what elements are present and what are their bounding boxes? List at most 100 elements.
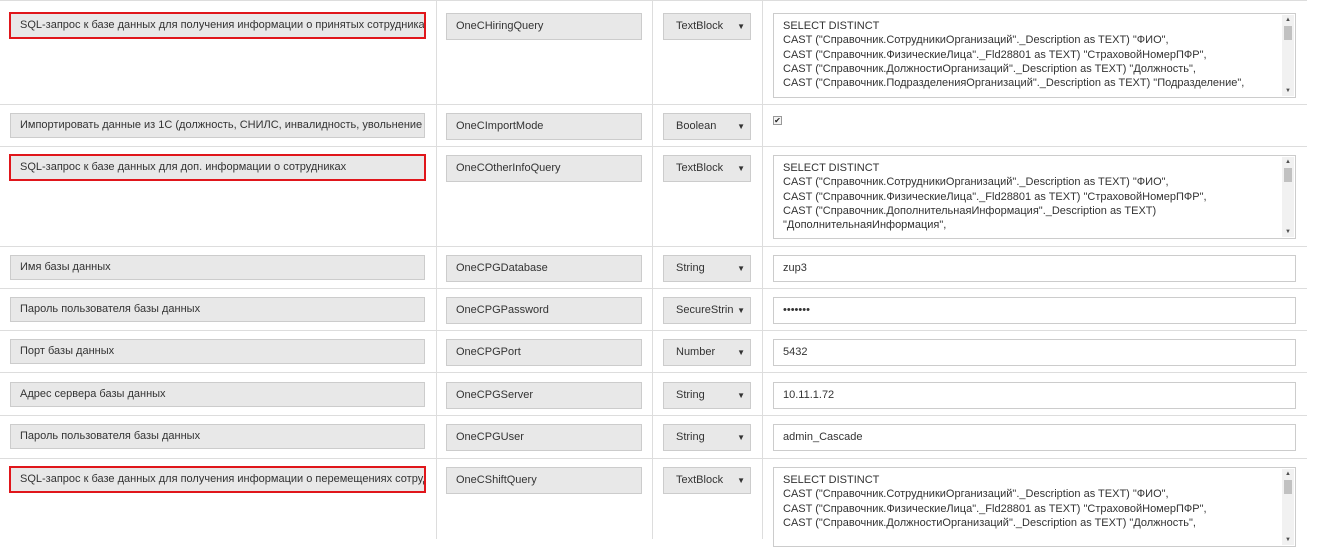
type-select-value: Boolean (676, 120, 717, 132)
textarea-scrollbar[interactable]: ▲ ▼ (1282, 469, 1294, 545)
textarea-line: CAST ("Справочник.ДолжностиОрганизаций".… (783, 62, 1196, 75)
textarea-line: CAST ("Справочник.СотрудникиОрганизаций"… (783, 176, 1169, 189)
setting-value-checkbox[interactable]: ✔ (773, 116, 782, 125)
type-select-value: TextBlock (676, 20, 724, 32)
scroll-down-arrow-icon[interactable]: ▼ (1282, 227, 1294, 237)
settings-row: Импортировать данные из 1С (должность, С… (0, 104, 1307, 147)
scrollbar-thumb[interactable] (1284, 26, 1292, 40)
column-divider (652, 105, 653, 147)
column-divider (436, 373, 437, 416)
type-select-value: SecureStrin (676, 304, 734, 316)
setting-value-input[interactable]: zup3 (773, 255, 1296, 282)
column-divider (762, 247, 763, 289)
setting-type-select[interactable]: String ▼ (663, 255, 751, 282)
scroll-up-arrow-icon[interactable]: ▲ (1282, 157, 1294, 167)
column-divider (762, 459, 763, 539)
column-divider (436, 416, 437, 459)
type-select-value: TextBlock (676, 474, 724, 486)
setting-type-select[interactable]: TextBlock ▼ (663, 13, 751, 40)
textarea-scrollbar[interactable]: ▲ ▼ (1282, 15, 1294, 96)
chevron-down-icon: ▼ (737, 476, 745, 485)
setting-value-input[interactable]: ••••••• (773, 297, 1296, 324)
column-divider (762, 373, 763, 416)
scrollbar-thumb[interactable] (1284, 168, 1292, 182)
setting-description: Импортировать данные из 1С (должность, С… (10, 113, 425, 138)
column-divider (652, 247, 653, 289)
column-divider (436, 247, 437, 289)
setting-type-select[interactable]: Number ▼ (663, 339, 751, 366)
setting-type-select[interactable]: String ▼ (663, 382, 751, 409)
setting-type-select[interactable]: String ▼ (663, 424, 751, 451)
type-select-value: Number (676, 346, 716, 358)
settings-row: SQL-запрос к базе данных для доп. информ… (0, 146, 1307, 247)
column-divider (762, 105, 763, 147)
setting-value-textarea[interactable]: SELECT DISTINCT CAST ("Справочник.Сотрудн… (773, 467, 1296, 547)
setting-key-field: OneCShiftQuery (446, 467, 642, 494)
scroll-down-arrow-icon[interactable]: ▼ (1282, 535, 1294, 545)
textarea-line: CAST ("Справочник.ДолжностиОрганизаций".… (783, 516, 1196, 529)
chevron-down-icon: ▼ (737, 391, 745, 400)
textarea-line: SELECT DISTINCT (783, 162, 880, 174)
column-divider (436, 331, 437, 373)
settings-row: Адрес сервера базы данных OneCPGServer Str… (0, 372, 1307, 416)
setting-value-input[interactable]: admin_Cascade (773, 424, 1296, 451)
type-select-value: TextBlock (676, 162, 724, 174)
chevron-down-icon: ▼ (737, 122, 745, 131)
setting-type-select[interactable]: Boolean ▼ (663, 113, 751, 140)
chevron-down-icon: ▼ (737, 164, 745, 173)
column-divider (652, 459, 653, 539)
textarea-line: "ДополнительнаяИнформация", (783, 219, 947, 232)
chevron-down-icon: ▼ (737, 306, 745, 315)
textarea-line: CAST ("Справочник.СотрудникиОрганизаций"… (783, 34, 1169, 47)
setting-key-field: OneCPGUser (446, 424, 642, 451)
textarea-line: SELECT DISTINCT (783, 20, 880, 32)
setting-value-input[interactable]: 5432 (773, 339, 1296, 366)
column-divider (436, 459, 437, 539)
column-divider (436, 147, 437, 247)
type-select-value: String (676, 431, 705, 443)
setting-key-field: OneCHiringQuery (446, 13, 642, 40)
settings-row: Порт базы данных OneCPGPort Number ▼ 5432 (0, 330, 1307, 373)
setting-description: SQL-запрос к базе данных для получения и… (9, 12, 426, 39)
setting-value-textarea[interactable]: SELECT DISTINCT CAST ("Справочник.Сотрудн… (773, 155, 1296, 239)
column-divider (652, 331, 653, 373)
column-divider (652, 289, 653, 331)
setting-key-field: OneCPGPassword (446, 297, 642, 324)
setting-value-textarea[interactable]: SELECT DISTINCT CAST ("Справочник.Сотрудн… (773, 13, 1296, 98)
textarea-line: CAST ("Справочник.ПодразделенияОрганизац… (783, 77, 1245, 90)
setting-description: Имя базы данных (10, 255, 425, 280)
setting-value-input[interactable]: 10.11.1.72 (773, 382, 1296, 409)
setting-description: SQL-запрос к базе данных для получения и… (9, 466, 426, 493)
setting-description: Пароль пользователя базы данных (10, 297, 425, 322)
settings-row: SQL-запрос к базе данных для получения и… (0, 0, 1307, 105)
setting-key-field: OneCPGServer (446, 382, 642, 409)
column-divider (652, 373, 653, 416)
column-divider (436, 1, 437, 105)
setting-description: Порт базы данных (10, 339, 425, 364)
column-divider (762, 289, 763, 331)
scroll-up-arrow-icon[interactable]: ▲ (1282, 15, 1294, 25)
chevron-down-icon: ▼ (737, 348, 745, 357)
scroll-down-arrow-icon[interactable]: ▼ (1282, 86, 1294, 96)
textarea-line: CAST ("Справочник.СотрудникиОрганизаций"… (783, 488, 1169, 501)
setting-key-field: OneCPGPort (446, 339, 642, 366)
setting-key-field: OneCImportMode (446, 113, 642, 140)
chevron-down-icon: ▼ (737, 22, 745, 31)
setting-description: SQL-запрос к базе данных для доп. информ… (9, 154, 426, 181)
type-select-value: String (676, 389, 705, 401)
textarea-scrollbar[interactable]: ▲ ▼ (1282, 157, 1294, 237)
setting-type-select[interactable]: SecureStrin ▼ (663, 297, 751, 324)
scrollbar-thumb[interactable] (1284, 480, 1292, 494)
setting-type-select[interactable]: TextBlock ▼ (663, 155, 751, 182)
textarea-line: SELECT DISTINCT (783, 474, 880, 486)
scroll-up-arrow-icon[interactable]: ▲ (1282, 469, 1294, 479)
settings-row: Пароль пользователя базы данных OneCPGPas… (0, 288, 1307, 331)
settings-row: Пароль пользователя базы данных OneCPGUse… (0, 415, 1307, 459)
type-select-value: String (676, 262, 705, 274)
setting-type-select[interactable]: TextBlock ▼ (663, 467, 751, 494)
column-divider (762, 331, 763, 373)
column-divider (652, 1, 653, 105)
column-divider (652, 416, 653, 459)
setting-key-field: OneCOtherInfoQuery (446, 155, 642, 182)
column-divider (436, 289, 437, 331)
